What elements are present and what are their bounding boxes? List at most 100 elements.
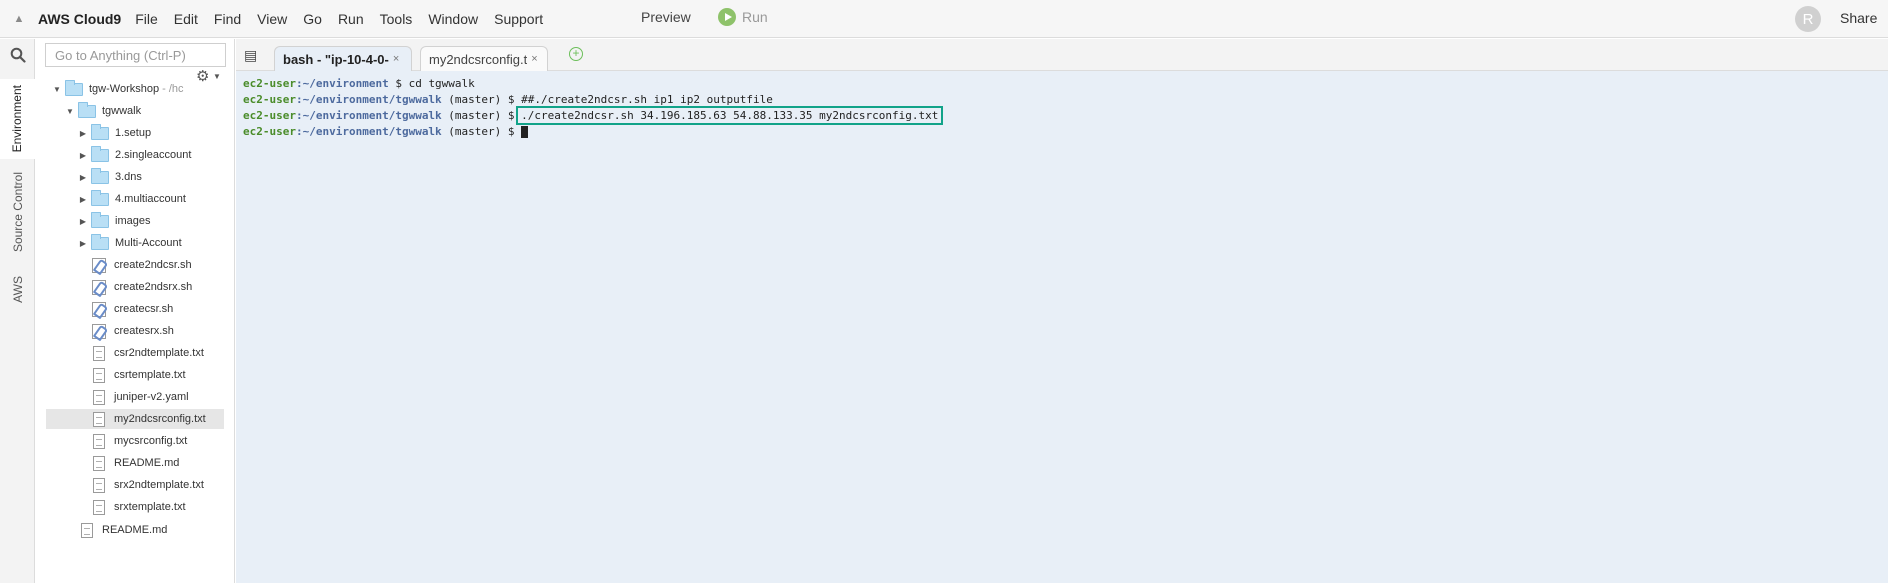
- menu-support[interactable]: Support: [494, 11, 543, 27]
- tab-aws[interactable]: AWS: [0, 265, 35, 313]
- tree-root-label: tgw-Workshop: [89, 83, 160, 95]
- tree-item-label: README.md: [114, 457, 180, 469]
- tree-item-label: srx2ndtemplate.txt: [114, 479, 204, 491]
- folder-icon: [91, 123, 109, 140]
- command-text: $: [501, 125, 522, 138]
- collapsed-arrow-icon[interactable]: ▶: [78, 217, 88, 226]
- tree-root-folder[interactable]: ▼ tgw-Workshop - /hc: [52, 79, 184, 99]
- tree-item-label: csrtemplate.txt: [114, 369, 186, 381]
- collapse-menu-icon[interactable]: ▲: [0, 0, 38, 38]
- prompt-path: :~/environment/tgwwalk: [295, 93, 442, 106]
- tree-folder-item[interactable]: ▶ 3.dns: [78, 167, 142, 187]
- tree-file-item[interactable]: srx2ndtemplate.txt: [88, 475, 204, 495]
- menu-go[interactable]: Go: [303, 11, 322, 27]
- close-icon[interactable]: ×: [531, 53, 537, 65]
- tree-file-item[interactable]: srxtemplate.txt: [88, 497, 186, 517]
- prompt-user: ec2-user: [243, 77, 296, 90]
- tree-item-label: csr2ndtemplate.txt: [114, 347, 204, 359]
- prompt-path: :~/environment: [295, 77, 389, 90]
- collapsed-arrow-icon[interactable]: ▶: [78, 239, 88, 248]
- expanded-arrow-icon[interactable]: ▼: [52, 85, 62, 94]
- tree-file-item-selected[interactable]: my2ndcsrconfig.txt: [46, 409, 224, 429]
- script-file-icon: [92, 257, 106, 273]
- prompt-user: ec2-user: [243, 93, 296, 106]
- tab-source-control-label: Source Control: [10, 171, 25, 253]
- tab-source-control[interactable]: Source Control: [0, 163, 35, 261]
- share-button[interactable]: Share: [1840, 10, 1877, 26]
- tree-item-label: create2ndsrx.sh: [114, 281, 193, 293]
- collapsed-arrow-icon[interactable]: ▶: [78, 195, 88, 204]
- menu-run[interactable]: Run: [338, 11, 364, 27]
- expanded-arrow-icon[interactable]: ▼: [65, 107, 75, 116]
- menu-window[interactable]: Window: [428, 11, 478, 27]
- menu-tools[interactable]: Tools: [380, 11, 413, 27]
- text-file-icon: [81, 522, 93, 538]
- menu-find[interactable]: Find: [214, 11, 241, 27]
- menu-edit[interactable]: Edit: [174, 11, 198, 27]
- script-file-icon: [92, 279, 106, 295]
- close-icon[interactable]: ×: [393, 53, 399, 65]
- tree-item-label: mycsrconfig.txt: [114, 435, 188, 447]
- terminal-line: ec2-user:~/environment/tgwwalk (master) …: [243, 92, 773, 107]
- tree-root-file-item[interactable]: README.md: [76, 520, 167, 540]
- chevron-down-icon[interactable]: ▼: [213, 72, 221, 81]
- tab-environment[interactable]: Environment: [0, 79, 35, 159]
- menu-view[interactable]: View: [257, 11, 287, 27]
- run-button[interactable]: Run: [718, 8, 768, 26]
- command-highlight-box: [516, 106, 943, 125]
- tree-folder-item[interactable]: ▶ 2.singleaccount: [78, 145, 191, 165]
- prompt-branch: (master): [441, 125, 502, 138]
- tab-environment-label: Environment: [10, 85, 24, 153]
- text-file-icon: [93, 367, 105, 383]
- tree-file-item[interactable]: csr2ndtemplate.txt: [88, 343, 204, 363]
- prompt-path: :~/environment/tgwwalk: [295, 109, 442, 122]
- tree-folder-item[interactable]: ▶ 1.setup: [78, 123, 151, 143]
- collapsed-arrow-icon[interactable]: ▶: [78, 173, 88, 182]
- tree-item-label: 3.dns: [115, 171, 142, 183]
- tab-bash-terminal[interactable]: bash - "ip-10-4-0- ×: [274, 46, 412, 71]
- tree-folder-item[interactable]: ▶ images: [78, 211, 150, 231]
- folder-icon: [91, 233, 109, 250]
- tree-item-label: 2.singleaccount: [115, 149, 192, 161]
- text-file-icon: [93, 499, 105, 515]
- preview-button[interactable]: Preview: [641, 9, 691, 25]
- tree-item-label: my2ndcsrconfig.txt: [114, 413, 206, 425]
- tree-script-item[interactable]: createcsr.sh: [88, 299, 173, 319]
- run-label: Run: [742, 9, 768, 25]
- gear-icon[interactable]: ⚙: [196, 67, 209, 85]
- app-title[interactable]: AWS Cloud9: [38, 11, 121, 27]
- tree-file-item[interactable]: juniper-v2.yaml: [88, 387, 189, 407]
- tree-script-item[interactable]: createsrx.sh: [88, 321, 174, 341]
- tree-folder-item[interactable]: ▶ Multi-Account: [78, 233, 182, 253]
- folder-icon: [91, 167, 109, 184]
- terminal[interactable]: ec2-user:~/environment $ cd tgwwalk ec2-…: [236, 71, 1888, 583]
- text-file-icon: [93, 345, 105, 361]
- tab-my2ndcsrconfig[interactable]: my2ndcsrconfig.t ×: [420, 46, 548, 71]
- tree-item-label: srxtemplate.txt: [114, 501, 186, 513]
- tab-menu-icon[interactable]: ▤: [244, 47, 257, 64]
- command-text: $ ##./create2ndcsr.sh ip1 ip2 outputfile: [501, 93, 773, 106]
- add-tab-icon[interactable]: +: [569, 47, 583, 61]
- prompt-user: ec2-user: [243, 109, 296, 122]
- tree-folder-item[interactable]: ▶ 4.multiaccount: [78, 189, 186, 209]
- tree-file-item[interactable]: mycsrconfig.txt: [88, 431, 187, 451]
- text-file-icon: [93, 411, 105, 427]
- tree-file-item[interactable]: README.md: [88, 453, 179, 473]
- collapsed-arrow-icon[interactable]: ▶: [78, 129, 88, 138]
- file-tree-panel: ⚙ ▼ ▼ tgw-Workshop - /hc ▼ tgwwalk ▶ 1.s…: [36, 39, 235, 583]
- avatar[interactable]: R: [1795, 6, 1821, 32]
- tree-folder-tgwwalk[interactable]: ▼ tgwwalk: [65, 101, 141, 121]
- menu-file[interactable]: File: [135, 11, 158, 27]
- go-to-anything-input[interactable]: [45, 43, 226, 67]
- side-rail: Environment Source Control AWS: [0, 39, 35, 583]
- folder-icon: [91, 145, 109, 162]
- command-text: $ cd tgwwalk: [388, 77, 475, 90]
- terminal-cursor: [521, 126, 529, 138]
- collapsed-arrow-icon[interactable]: ▶: [78, 151, 88, 160]
- search-icon[interactable]: [0, 39, 35, 71]
- prompt-user: ec2-user: [243, 125, 296, 138]
- tree-script-item[interactable]: create2ndcsr.sh: [88, 255, 192, 275]
- tree-script-item[interactable]: create2ndsrx.sh: [88, 277, 192, 297]
- tree-file-item[interactable]: csrtemplate.txt: [88, 365, 186, 385]
- script-file-icon: [92, 301, 106, 317]
